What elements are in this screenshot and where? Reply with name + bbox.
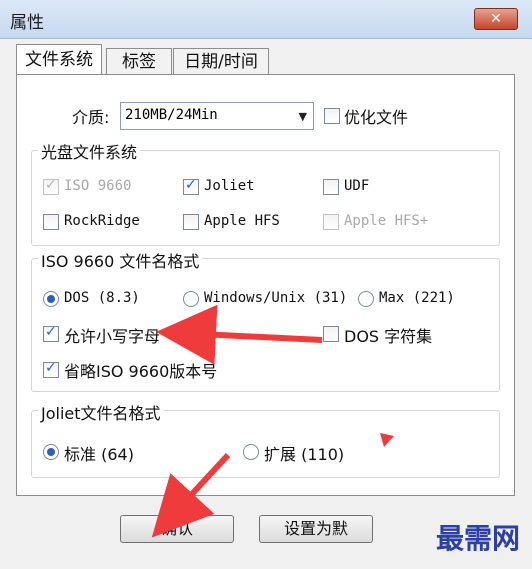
title-bar: 属性 ✕	[0, 0, 532, 39]
omit-version-checkbox[interactable]	[43, 360, 59, 378]
rockridge-checkbox[interactable]	[43, 214, 59, 230]
dos-83-radio[interactable]	[43, 291, 59, 307]
udf-label: UDF	[344, 178, 370, 194]
media-label: 介质:	[72, 108, 110, 127]
udf-checkbox[interactable]	[323, 179, 339, 195]
tab-label[interactable]: 标签	[106, 48, 172, 75]
set-default-button[interactable]: 设置为默	[259, 515, 373, 543]
dos-charset-label: DOS 字符集	[344, 327, 433, 346]
joliet-label: Joliet	[204, 178, 255, 194]
iso-format-title: ISO 9660 文件名格式	[38, 248, 203, 272]
optimize-files-label: 优化文件	[344, 108, 409, 127]
apple-hfs-plus-checkbox	[323, 214, 339, 230]
windows-unix-label: Windows/Unix (31)	[204, 290, 348, 306]
dos-charset-checkbox[interactable]	[323, 326, 339, 342]
omit-version-label: 省略ISO 9660版本号	[64, 362, 218, 381]
window-title: 属性	[10, 13, 44, 33]
media-select-value: 210MB/24Min	[125, 107, 218, 123]
chevron-down-icon: ▼	[298, 110, 307, 123]
dos-83-label: DOS (8.3)	[64, 290, 140, 306]
iso9660-label: ISO 9660	[64, 178, 132, 194]
allow-lowercase-label: 允许小写字母	[64, 327, 161, 346]
close-button[interactable]: ✕	[474, 8, 518, 30]
rockridge-label: RockRidge	[64, 213, 140, 229]
iso9660-checkbox	[43, 177, 59, 195]
watermark: 最需网	[435, 522, 520, 555]
ok-button[interactable]: 确认	[120, 515, 234, 543]
joliet-extended-radio[interactable]	[243, 444, 259, 460]
media-select[interactable]: 210MB/24Min ▼	[120, 102, 314, 130]
joliet-format-title: Joliet文件名格式	[38, 400, 164, 424]
tab-file-system[interactable]: 文件系统	[16, 44, 102, 76]
joliet-extended-label: 扩展 (110)	[264, 445, 345, 464]
apple-hfs-checkbox[interactable]	[183, 214, 199, 230]
properties-dialog: 属性 ✕ 文件系统 标签 日期/时间 介质: 210MB/24Min ▼ 优化文…	[0, 0, 532, 569]
apple-hfs-label: Apple HFS	[204, 213, 280, 229]
tab-date-time[interactable]: 日期/时间	[173, 48, 269, 75]
joliet-standard-label: 标准 (64)	[64, 445, 134, 464]
windows-unix-radio[interactable]	[183, 291, 199, 307]
joliet-standard-radio[interactable]	[43, 444, 59, 460]
disc-fs-group	[31, 150, 500, 246]
disc-fs-title: 光盘文件系统	[38, 139, 141, 163]
apple-hfs-plus-label: Apple HFS+	[344, 213, 429, 229]
max-radio[interactable]	[358, 291, 374, 307]
allow-lowercase-checkbox[interactable]	[43, 324, 59, 342]
optimize-files-checkbox[interactable]	[324, 108, 340, 124]
joliet-checkbox[interactable]	[183, 177, 199, 195]
max-label: Max (221)	[379, 290, 455, 306]
